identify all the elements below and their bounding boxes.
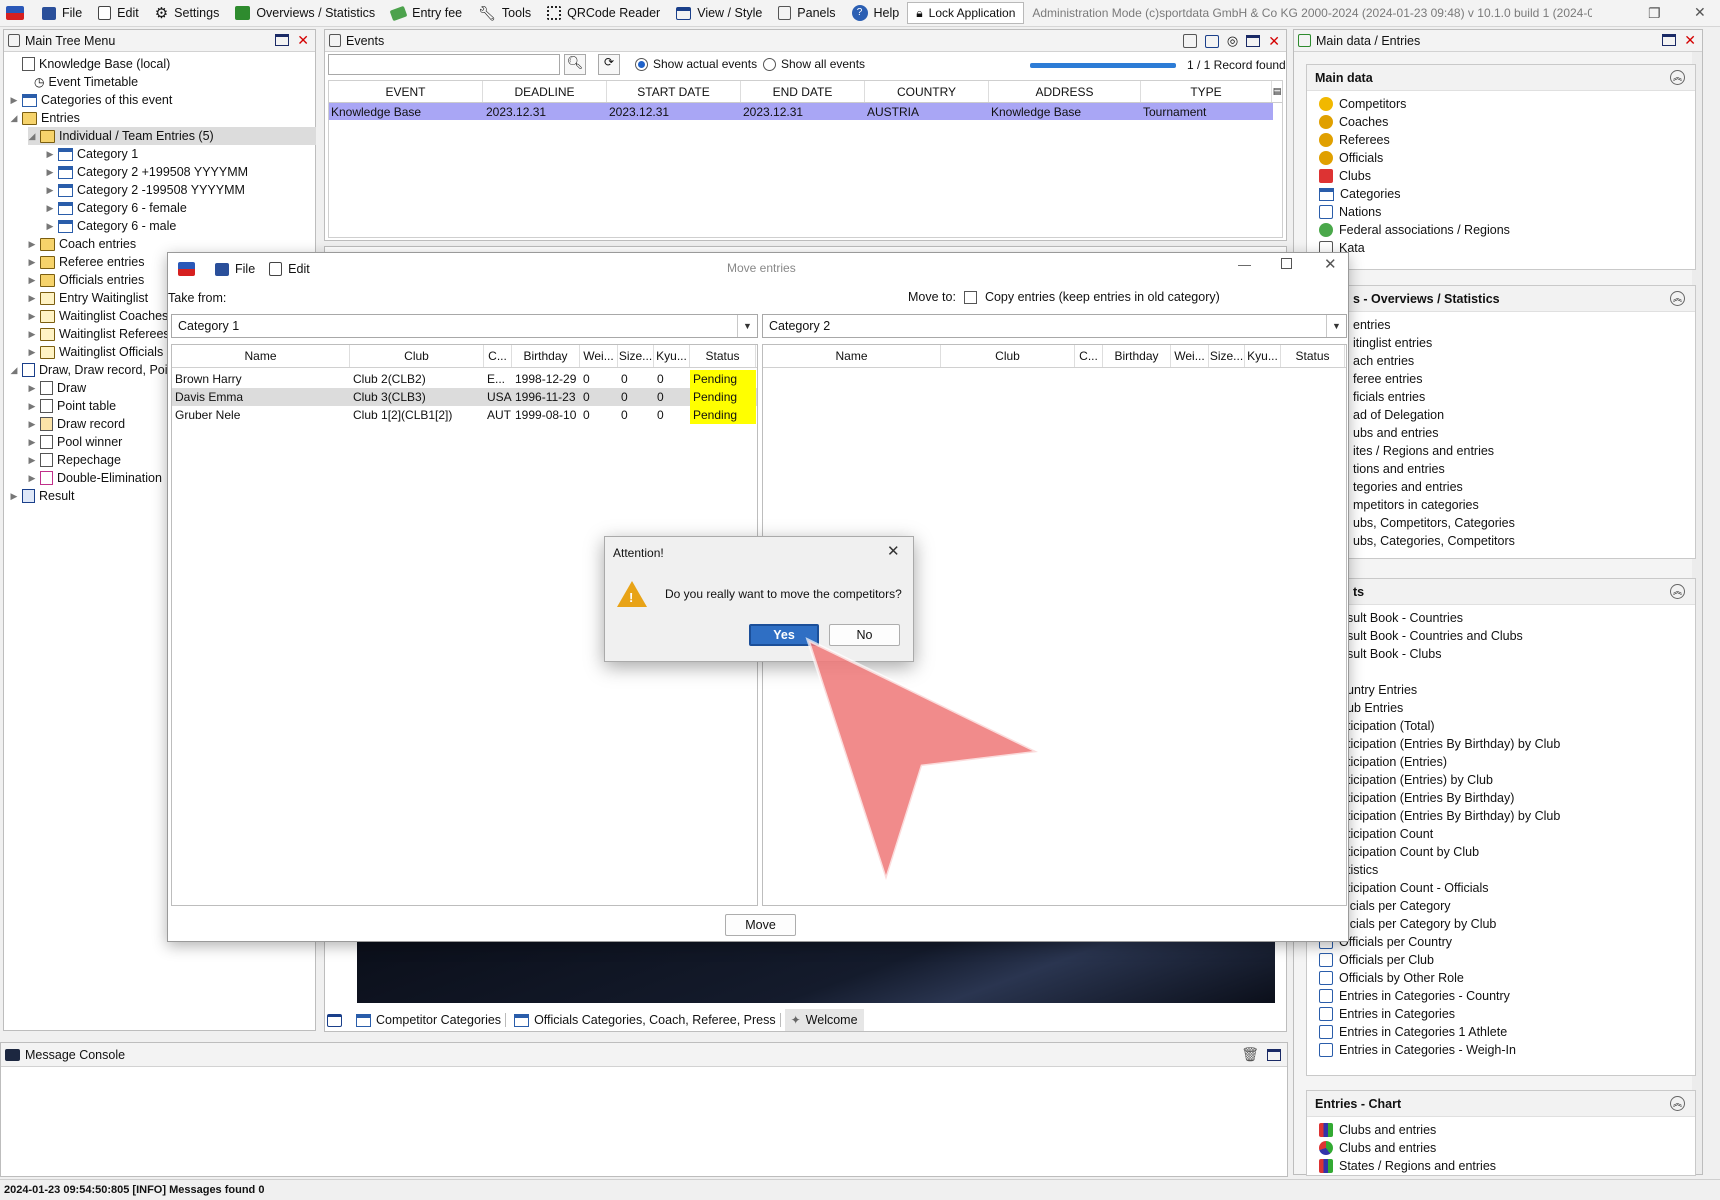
pointer-arrow-icon (805, 637, 1044, 885)
pointer-arrow-overlay (805, 637, 1044, 885)
